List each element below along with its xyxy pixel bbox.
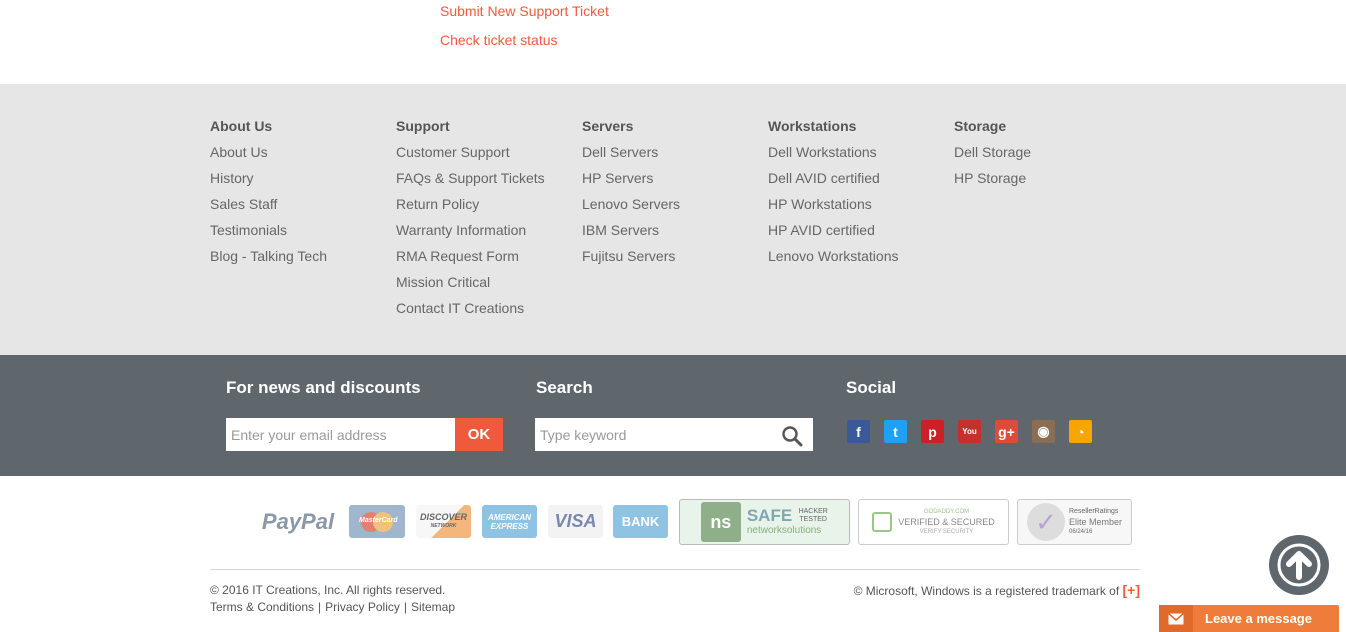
separator: |	[318, 600, 322, 614]
footer-link[interactable]: About Us	[210, 144, 396, 170]
envelope-icon	[1159, 605, 1193, 632]
trademark-notice: © Microsoft, Windows is a registered tra…	[854, 582, 1140, 598]
footer-link[interactable]: HP AVID certified	[768, 222, 954, 248]
pinterest-icon[interactable]: p	[921, 420, 944, 443]
footer-col-servers: Servers Dell Servers HP Servers Lenovo S…	[582, 118, 768, 274]
footer-link[interactable]: Dell Storage	[954, 144, 1140, 170]
instagram-icon[interactable]: ◉	[1032, 420, 1055, 443]
footer-link[interactable]: Lenovo Servers	[582, 196, 768, 222]
search-icon[interactable]	[781, 425, 803, 447]
reseller-ratings-seal[interactable]: ✓ ResellerRatings Elite Member 06/24/16	[1017, 499, 1132, 545]
subscribe-ok-button[interactable]: OK	[455, 418, 503, 451]
footer-link[interactable]: Blog - Talking Tech	[210, 248, 396, 274]
search-heading: Search	[536, 378, 593, 397]
footer-link[interactable]: Lenovo Workstations	[768, 248, 954, 274]
arrow-up-icon	[1277, 543, 1321, 587]
email-input[interactable]	[226, 418, 455, 451]
footer-link[interactable]: Warranty Information	[396, 222, 582, 248]
privacy-link[interactable]: Privacy Policy	[325, 600, 400, 614]
godaddy-verified-seal[interactable]: GODADDY.COM VERIFIED & SECURED VERIFY SE…	[858, 499, 1009, 545]
discover-icon: DISCOVER NETWORK	[416, 505, 471, 538]
amex-icon: AMERICAN EXPRESS	[482, 505, 537, 538]
facebook-icon[interactable]: f	[847, 420, 870, 443]
leave-message-button[interactable]: Leave a message	[1159, 605, 1339, 632]
footer-nav: About Us About Us History Sales Staff Te…	[0, 84, 1346, 355]
bank-icon: BANK	[613, 505, 668, 538]
payment-badges: PayPal MasterCard DISCOVER NETWORK AMERIC…	[255, 499, 1135, 545]
footer-link[interactable]: Dell AVID certified	[768, 170, 954, 196]
submit-ticket-link[interactable]: Submit New Support Ticket	[440, 4, 609, 18]
footer-col-storage: Storage Dell Storage HP Storage	[954, 118, 1140, 196]
rss-icon[interactable]: ◔	[1069, 420, 1092, 443]
separator: |	[403, 600, 407, 614]
footer-col-support: Support Customer Support FAQs & Support …	[396, 118, 582, 326]
footer-heading-support: Support	[396, 118, 450, 134]
mastercard-icon: MasterCard	[349, 505, 405, 538]
youtube-icon[interactable]: You	[958, 420, 981, 443]
twitter-icon[interactable]: t	[884, 420, 907, 443]
footer-col-about: About Us About Us History Sales Staff Te…	[210, 118, 396, 274]
chat-label: Leave a message	[1205, 611, 1312, 626]
footer-link[interactable]: RMA Request Form	[396, 248, 582, 274]
paypal-icon: PayPal	[261, 508, 335, 534]
google-plus-icon[interactable]: g+	[995, 420, 1018, 443]
footer-link[interactable]: HP Storage	[954, 170, 1140, 196]
footer-link[interactable]: IBM Servers	[582, 222, 768, 248]
footer-link[interactable]: Return Policy	[396, 196, 582, 222]
footer-link[interactable]: Sales Staff	[210, 196, 396, 222]
social-icons: f t p You g+ ◉ ◔	[847, 420, 1106, 443]
network-solutions-seal[interactable]: ns SAFE HACKER TESTED networksolutions	[679, 499, 850, 545]
newsletter-form: OK	[226, 418, 503, 451]
footer-heading-workstations: Workstations	[768, 118, 857, 134]
social-heading: Social	[846, 378, 897, 397]
trademark-text: © Microsoft, Windows is a registered tra…	[853, 584, 1120, 598]
search-form	[535, 418, 813, 451]
footer-link[interactable]: History	[210, 170, 396, 196]
footer-link[interactable]: HP Workstations	[768, 196, 954, 222]
footer-link[interactable]: FAQs & Support Tickets	[396, 170, 582, 196]
subscribe-band: For news and discounts OK Search Social …	[0, 355, 1346, 476]
footer-link[interactable]: HP Servers	[582, 170, 768, 196]
copyright-block: © 2016 IT Creations, Inc. All rights res…	[210, 582, 455, 616]
copyright-text: © 2016 IT Creations, Inc. All rights res…	[210, 583, 446, 597]
visa-icon: VISA	[548, 505, 603, 538]
check-status-link[interactable]: Check ticket status	[440, 33, 558, 47]
search-input[interactable]	[535, 418, 775, 451]
footer-link[interactable]: Fujitsu Servers	[582, 248, 768, 274]
back-to-top-button[interactable]	[1269, 535, 1329, 595]
newsletter-heading: For news and discounts	[226, 378, 421, 397]
footer-divider	[210, 569, 1140, 570]
footer-col-workstations: Workstations Dell Workstations Dell AVID…	[768, 118, 954, 274]
footer-link[interactable]: Mission Critical	[396, 274, 582, 300]
footer-heading-servers: Servers	[582, 118, 634, 134]
footer-link[interactable]: Contact IT Creations	[396, 300, 582, 326]
terms-link[interactable]: Terms & Conditions	[210, 600, 314, 614]
footer-link[interactable]: Testimonials	[210, 222, 396, 248]
footer-link[interactable]: Dell Servers	[582, 144, 768, 170]
footer-heading-about: About Us	[210, 118, 273, 134]
footer-link[interactable]: Customer Support	[396, 144, 582, 170]
footer-heading-storage: Storage	[954, 118, 1007, 134]
expand-plus-button[interactable]: [+]	[1123, 582, 1141, 598]
footer-link[interactable]: Dell Workstations	[768, 144, 954, 170]
sitemap-link[interactable]: Sitemap	[411, 600, 455, 614]
